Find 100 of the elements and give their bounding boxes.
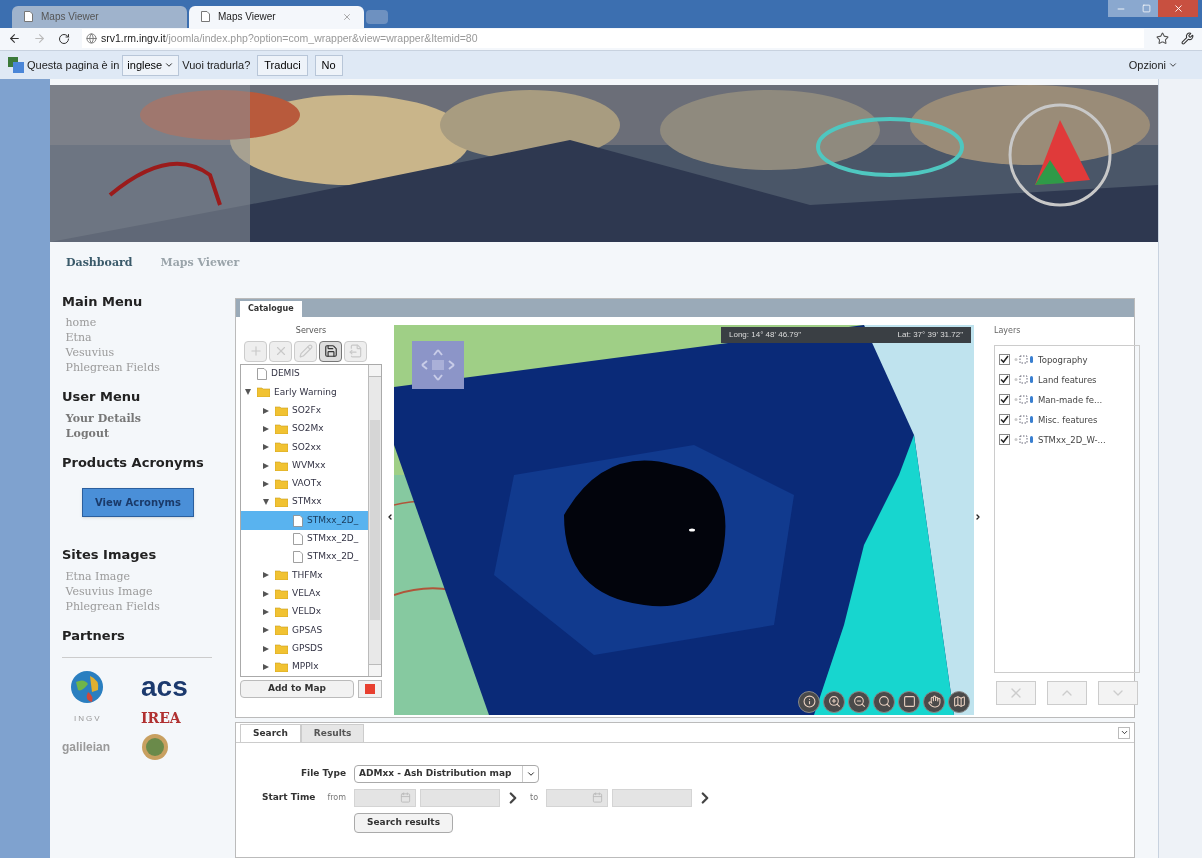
tree-item[interactable]: SO2Mx <box>241 419 368 439</box>
seal-logo-icon <box>141 733 169 762</box>
layer-checkbox[interactable] <box>999 374 1010 386</box>
reload-icon[interactable] <box>58 33 70 45</box>
collapsed-arrow-icon[interactable] <box>263 462 271 469</box>
collapsed-arrow-icon[interactable] <box>263 444 271 451</box>
tree-item[interactable]: DEMIS <box>241 365 368 384</box>
expanded-arrow-icon[interactable] <box>245 389 253 396</box>
translate-question: Vuoi tradurla? <box>182 57 251 73</box>
collapsed-arrow-icon[interactable] <box>263 663 271 670</box>
layer-checkbox[interactable] <box>999 434 1010 446</box>
tree-item[interactable]: VELDx <box>241 602 368 622</box>
layer-tools-icon[interactable] <box>1014 375 1034 385</box>
layers-title: Layers <box>994 325 1022 337</box>
collapsed-arrow-icon[interactable] <box>263 627 271 634</box>
collapsed-arrow-icon[interactable] <box>263 426 271 432</box>
document-icon <box>293 551 303 564</box>
menu-link[interactable]: Your Details <box>62 411 235 426</box>
bookmark-star-icon[interactable] <box>1156 32 1169 46</box>
layer-name: Topography <box>1038 353 1088 367</box>
servers-title: Servers <box>294 325 328 337</box>
expanded-arrow-icon[interactable] <box>263 499 271 506</box>
layer-checkbox[interactable] <box>999 354 1010 366</box>
date-field[interactable] <box>546 789 609 807</box>
partner-logo[interactable]: acs <box>141 673 212 702</box>
export-icon <box>348 344 363 359</box>
section-heading: Sites Images <box>62 546 158 565</box>
save-server-button[interactable] <box>319 341 342 362</box>
browser-tab[interactable]: Maps Viewer <box>189 5 364 28</box>
date-field[interactable] <box>354 789 416 807</box>
caret-icon <box>525 769 536 779</box>
add-to-map-button[interactable]: Add to Map <box>240 680 354 698</box>
layer-tools-icon[interactable] <box>1014 355 1034 365</box>
layer-tools-icon[interactable] <box>1014 435 1034 445</box>
search-results-button[interactable]: Search results <box>354 813 454 833</box>
tree-item[interactable]: VELAx <box>241 584 368 603</box>
layer-checkbox[interactable] <box>999 394 1010 406</box>
section-heading: Main Menu <box>62 293 144 311</box>
tree-item[interactable]: SO2xx <box>241 438 368 457</box>
collapse-right-icon[interactable] <box>974 513 982 521</box>
tree-item[interactable]: STMxx_2D_ <box>241 529 368 548</box>
folder-icon <box>257 387 270 398</box>
layer-checkbox[interactable] <box>999 414 1010 426</box>
time-field[interactable] <box>612 789 693 807</box>
layer-name: STMxx_2D_W-... <box>1038 433 1106 447</box>
document-icon <box>257 368 267 381</box>
selection-icon <box>902 695 916 709</box>
info-icon <box>802 695 816 709</box>
tree-item[interactable]: Early Warning <box>241 383 368 402</box>
menu-link[interactable]: Logout <box>62 426 235 441</box>
translate-bar-button[interactable]: Traduci <box>257 54 308 76</box>
folder-icon <box>275 478 288 489</box>
scrollbar[interactable] <box>368 365 381 676</box>
tree-item[interactable]: GPSAS <box>241 621 368 640</box>
tree-item[interactable]: SO2Fx <box>241 401 368 420</box>
save-icon <box>323 344 338 359</box>
collapse-button[interactable] <box>1118 727 1130 739</box>
clear-button[interactable] <box>358 680 382 698</box>
tree-item[interactable]: THFMx <box>241 566 368 585</box>
tree-item[interactable]: VAOTx <box>241 474 368 494</box>
collapsed-arrow-icon[interactable] <box>263 572 271 579</box>
collapsed-arrow-icon[interactable] <box>263 645 271 652</box>
tree-item[interactable]: STMxx_2D_ <box>241 511 368 530</box>
section-heading: Products Acronyms <box>62 454 205 472</box>
section-heading: Partners <box>62 627 126 645</box>
partner-logo[interactable]: IREA <box>141 708 212 730</box>
language-dropdown[interactable]: inglese <box>122 54 180 76</box>
tree-item[interactable]: MPPIx <box>241 657 368 676</box>
collapsed-arrow-icon[interactable] <box>263 609 271 615</box>
layer-tools-icon[interactable] <box>1014 395 1034 405</box>
address-bar[interactable]: srv1.rm.ingv.it/joomla/index.php?option=com_wrapper&view=wrapper&Itemid=80 <box>82 29 1144 49</box>
document-icon <box>293 532 303 545</box>
browser-tab[interactable]: Maps Viewer <box>12 5 187 28</box>
nav-link[interactable]: Dashboard <box>66 254 133 272</box>
tree-item[interactable]: STMxx_2D_ <box>241 547 368 567</box>
layer-tools-icon[interactable] <box>1014 415 1034 425</box>
options-dropdown[interactable]: Opzioni <box>1128 56 1178 74</box>
collapsed-arrow-icon[interactable] <box>263 480 271 487</box>
translate-icon <box>8 57 24 74</box>
folder-icon <box>275 497 288 508</box>
search-panel-tab[interactable]: Results <box>300 724 365 742</box>
translate-message: Questa pagina è in <box>27 57 120 73</box>
folder-icon <box>275 424 288 434</box>
wrench-icon[interactable] <box>1181 32 1194 46</box>
folder-icon <box>275 588 288 599</box>
tree-item[interactable]: WVMxx <box>241 456 368 475</box>
catalogue-tab[interactable]: Catalogue <box>240 301 302 317</box>
search-panel-tab[interactable]: Search <box>240 724 301 742</box>
collapsed-arrow-icon[interactable] <box>263 407 271 414</box>
back-icon[interactable] <box>8 32 21 46</box>
translate-bar-button[interactable]: No <box>314 54 343 76</box>
file-type-select[interactable]: ADMxx - Ash Distribution map <box>354 765 539 783</box>
tree-item[interactable]: STMxx <box>241 493 368 512</box>
start-time-label: Start Time <box>261 791 316 805</box>
collapse-left-icon[interactable] <box>386 513 394 521</box>
document-icon <box>293 514 303 527</box>
tree-item[interactable]: GPSDS <box>241 639 368 658</box>
collapsed-arrow-icon[interactable] <box>263 590 271 597</box>
time-field[interactable] <box>420 789 500 807</box>
page-icon <box>201 11 210 23</box>
